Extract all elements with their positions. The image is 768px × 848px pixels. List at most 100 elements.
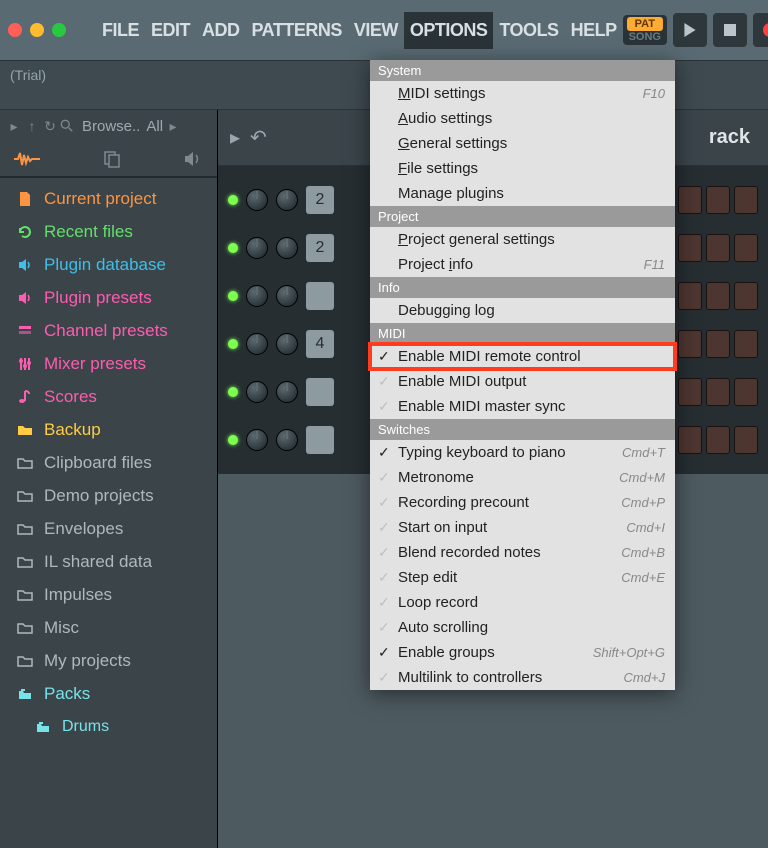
step-cell[interactable] [678,426,702,454]
pan-knob[interactable] [246,237,268,259]
tree-item-plugin-presets[interactable]: Plugin presets [0,281,217,314]
menu-item-enable-groups[interactable]: ✓Enable groupsShift+Opt+G [370,640,675,665]
channel-led-icon[interactable] [228,243,238,253]
close-window-button[interactable] [8,23,22,37]
volume-knob[interactable] [276,381,298,403]
step-cell[interactable] [734,186,758,214]
step-cell[interactable] [678,234,702,262]
menu-item-recording-precount[interactable]: ✓Recording precountCmd+P [370,490,675,515]
pan-knob[interactable] [246,429,268,451]
search-icon[interactable] [60,119,76,133]
menu-item-multilink-to-controllers[interactable]: ✓Multilink to controllersCmd+J [370,665,675,690]
tree-item-il-shared-data[interactable]: IL shared data [0,545,217,578]
volume-knob[interactable] [276,285,298,307]
menu-patterns[interactable]: PATTERNS [246,12,348,49]
step-cell[interactable] [678,282,702,310]
volume-knob[interactable] [276,237,298,259]
menu-item-blend-recorded-notes[interactable]: ✓Blend recorded notesCmd+B [370,540,675,565]
menu-options[interactable]: OPTIONS [404,12,494,49]
step-cell[interactable] [678,186,702,214]
play-icon[interactable]: ▸ [230,125,240,150]
tree-item-current-project[interactable]: Current project [0,182,217,215]
tree-item-scores[interactable]: Scores [0,380,217,413]
tree-item-packs[interactable]: Packs [0,677,217,710]
menu-item-enable-midi-remote-control[interactable]: ✓Enable MIDI remote control [370,344,675,369]
step-cell[interactable] [706,426,730,454]
chevron-right-icon[interactable]: ▸ [6,118,22,135]
menu-item-start-on-input[interactable]: ✓Start on inputCmd+I [370,515,675,540]
volume-knob[interactable] [276,189,298,211]
chevron-right-icon[interactable]: ▸ [165,118,181,135]
tree-item-envelopes[interactable]: Envelopes [0,512,217,545]
menu-item-general-settings[interactable]: General settings [370,131,675,156]
tree-item-my-projects[interactable]: My projects [0,644,217,677]
volume-knob[interactable] [276,333,298,355]
browser-filter[interactable]: All [146,118,163,135]
step-cell[interactable] [734,282,758,310]
channel-number[interactable]: 2 [306,186,334,214]
menu-item-midi-settings[interactable]: MIDI settingsF10 [370,81,675,106]
menu-tools[interactable]: TOOLS [493,12,564,49]
record-button[interactable] [753,13,768,47]
channel-led-icon[interactable] [228,291,238,301]
tree-item-recent-files[interactable]: Recent files [0,215,217,248]
menu-item-step-edit[interactable]: ✓Step editCmd+E [370,565,675,590]
menu-item-audio-settings[interactable]: Audio settings [370,106,675,131]
refresh-icon[interactable]: ↻ [42,118,58,135]
tree-item-misc[interactable]: Misc [0,611,217,644]
waveform-tab-icon[interactable] [14,151,40,167]
menu-help[interactable]: HELP [565,12,623,49]
menu-view[interactable]: VIEW [348,12,404,49]
tree-item-mixer-presets[interactable]: Mixer presets [0,347,217,380]
step-cell[interactable] [706,378,730,406]
channel-led-icon[interactable] [228,339,238,349]
volume-knob[interactable] [276,429,298,451]
step-cell[interactable] [734,378,758,406]
menu-item-loop-record[interactable]: ✓Loop record [370,590,675,615]
menu-item-debugging-log[interactable]: Debugging log [370,298,675,323]
channel-number[interactable] [306,378,334,406]
step-cell[interactable] [706,186,730,214]
pattern-mode-button[interactable]: PAT [627,17,663,31]
step-cell[interactable] [678,378,702,406]
menu-item-manage-plugins[interactable]: Manage plugins [370,181,675,206]
tree-item-plugin-database[interactable]: Plugin database [0,248,217,281]
speaker-tab-icon[interactable] [183,151,203,167]
step-cell[interactable] [706,234,730,262]
channel-number[interactable] [306,282,334,310]
menu-add[interactable]: ADD [196,12,246,49]
pan-knob[interactable] [246,285,268,307]
menu-item-typing-keyboard-to-piano[interactable]: ✓Typing keyboard to pianoCmd+T [370,440,675,465]
menu-file[interactable]: FILE [96,12,145,49]
channel-number[interactable]: 2 [306,234,334,262]
step-cell[interactable] [734,330,758,358]
maximize-window-button[interactable] [52,23,66,37]
menu-item-auto-scrolling[interactable]: ✓Auto scrolling [370,615,675,640]
step-cell[interactable] [678,330,702,358]
step-cell[interactable] [706,282,730,310]
menu-item-project-info[interactable]: Project infoF11 [370,252,675,277]
song-mode-button[interactable]: SONG [625,31,665,43]
pan-knob[interactable] [246,333,268,355]
channel-number[interactable]: 4 [306,330,334,358]
pattern-song-toggle[interactable]: PAT SONG [623,15,667,45]
pan-knob[interactable] [246,189,268,211]
tree-item-impulses[interactable]: Impulses [0,578,217,611]
tree-item-clipboard-files[interactable]: Clipboard files [0,446,217,479]
step-cell[interactable] [734,426,758,454]
tree-item-backup[interactable]: Backup [0,413,217,446]
menu-item-project-general-settings[interactable]: Project general settings [370,227,675,252]
menu-item-enable-midi-output[interactable]: ✓Enable MIDI output [370,369,675,394]
tree-item-drums[interactable]: Drums [0,710,217,743]
channel-led-icon[interactable] [228,387,238,397]
tree-item-channel-presets[interactable]: Channel presets [0,314,217,347]
menu-item-file-settings[interactable]: File settings [370,156,675,181]
up-arrow-icon[interactable]: ↑ [24,118,40,134]
menu-edit[interactable]: EDIT [145,12,196,49]
undo-icon[interactable]: ↶ [250,125,267,150]
channel-led-icon[interactable] [228,195,238,205]
minimize-window-button[interactable] [30,23,44,37]
play-button[interactable] [673,13,707,47]
menu-item-metronome[interactable]: ✓MetronomeCmd+M [370,465,675,490]
pan-knob[interactable] [246,381,268,403]
